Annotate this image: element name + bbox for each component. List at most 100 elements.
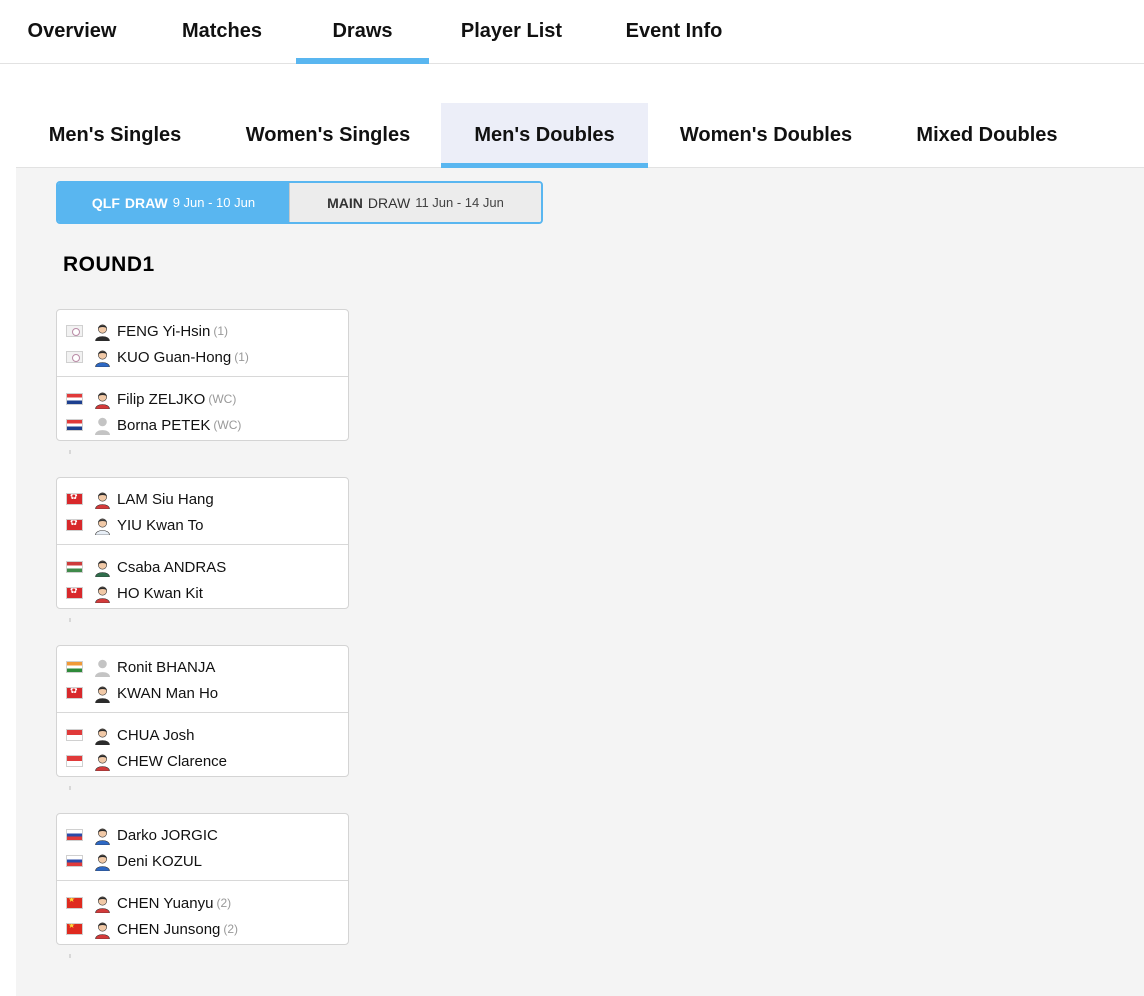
flag-icon: [66, 755, 83, 767]
player-seed: (1): [234, 350, 249, 364]
flag-icon: [66, 419, 83, 431]
flag-icon: [66, 661, 83, 673]
player-row[interactable]: KUO Guan-Hong (1): [57, 344, 348, 370]
doubles-pair: FENG Yi-Hsin (1) KUO Guan-Hong (1): [57, 310, 348, 376]
player-row[interactable]: Borna PETEK (WC): [57, 412, 348, 438]
default-avatar-icon: [94, 416, 111, 435]
player-row[interactable]: CHUA Josh: [57, 722, 348, 748]
player-name[interactable]: Ronit BHANJA: [117, 659, 215, 676]
player-row[interactable]: Filip ZELJKO (WC): [57, 386, 348, 412]
player-row[interactable]: CHEN Junsong(2): [57, 916, 348, 942]
player-name[interactable]: FENG Yi-Hsin: [117, 323, 210, 340]
player-name[interactable]: CHEN Yuanyu: [117, 895, 213, 912]
flag-icon: [66, 687, 83, 699]
player-name[interactable]: KUO Guan-Hong: [117, 349, 231, 366]
doubles-pair: CHEN Yuanyu(2)CHEN Junsong(2): [57, 880, 348, 945]
player-row[interactable]: Darko JORGIC: [57, 822, 348, 848]
tab-overview[interactable]: Overview: [0, 0, 144, 63]
player-row[interactable]: LAM Siu Hang: [57, 486, 348, 512]
player-avatar-red-icon: [94, 390, 111, 409]
main-draw-button[interactable]: MAIN DRAW 11 Jun - 14 Jun: [289, 183, 541, 222]
draw-toggle: QLF DRAW 9 Jun - 10 Jun MAIN DRAW 11 Jun…: [56, 181, 543, 224]
player-name[interactable]: Deni KOZUL: [117, 853, 202, 870]
event-tab-womens-singles[interactable]: Women's Singles: [226, 103, 430, 167]
player-row[interactable]: FENG Yi-Hsin (1): [57, 318, 348, 344]
event-tab-womens-doubles[interactable]: Women's Doubles: [664, 103, 868, 167]
player-avatar-blue-icon: [94, 826, 111, 845]
flag-icon: [66, 493, 83, 505]
player-seed: (2): [216, 896, 232, 910]
flag-icon: [66, 561, 83, 573]
player-name[interactable]: LAM Siu Hang: [117, 491, 214, 508]
qlf-draw-label: QLF: [91, 194, 120, 211]
player-row[interactable]: YIU Kwan To: [57, 512, 348, 538]
qlf-draw-label-rest: DRAW: [124, 194, 168, 211]
player-seed: (2): [223, 922, 239, 936]
doubles-pair: LAM Siu Hang YIU Kwan To: [57, 478, 348, 544]
player-avatar-dark-icon: [94, 684, 111, 703]
round-title: ROUND1: [63, 253, 155, 276]
flag-icon: [66, 325, 83, 337]
player-name[interactable]: Csaba ANDRAS: [117, 559, 226, 576]
player-name[interactable]: CHEN Junsong: [117, 921, 220, 938]
player-row[interactable]: KWAN Man Ho: [57, 680, 348, 706]
flag-icon: [66, 351, 83, 363]
player-seed: (1): [213, 324, 229, 338]
player-row[interactable]: Ronit BHANJA: [57, 654, 348, 680]
qlf-draw-button[interactable]: QLF DRAW 9 Jun - 10 Jun: [58, 183, 289, 222]
main-draw-label-rest: DRAW: [367, 194, 411, 211]
player-avatar-red-icon: [94, 894, 111, 913]
flag-icon: [66, 729, 83, 741]
player-name[interactable]: KWAN Man Ho: [117, 685, 218, 702]
doubles-pair: Filip ZELJKO (WC) Borna PETEK (WC): [57, 376, 348, 441]
player-row[interactable]: Deni KOZUL: [57, 848, 348, 874]
player-name[interactable]: Borna PETEK: [117, 417, 210, 434]
flag-icon: [66, 519, 83, 531]
event-tab-mens-singles[interactable]: Men's Singles: [24, 103, 206, 167]
main-draw-label: MAIN: [327, 194, 363, 211]
match-card[interactable]: LAM Siu Hang YIU Kwan To Csaba ANDRAS HO Kw…: [56, 477, 349, 609]
bracket-connector: [69, 786, 71, 790]
tab-draws[interactable]: Draws: [296, 0, 429, 64]
draw-content: QLF DRAW 9 Jun - 10 Jun MAIN DRAW 11 Jun…: [16, 168, 1144, 996]
bracket-connector: [69, 954, 71, 958]
player-row[interactable]: Csaba ANDRAS: [57, 554, 348, 580]
tab-matches[interactable]: Matches: [148, 0, 296, 63]
tab-event-info[interactable]: Event Info: [600, 0, 748, 63]
doubles-pair: Ronit BHANJA KWAN Man Ho: [57, 646, 348, 712]
player-avatar-light-icon: [94, 516, 111, 535]
player-avatar-blue-icon: [94, 348, 111, 367]
doubles-pair: CHUA Josh CHEW Clarence: [57, 712, 348, 777]
doubles-pair: Darko JORGIC Deni KOZUL: [57, 814, 348, 880]
player-row[interactable]: CHEN Yuanyu(2): [57, 890, 348, 916]
event-tab-mens-doubles[interactable]: Men's Doubles: [441, 103, 648, 168]
flag-icon: [66, 897, 83, 909]
player-name[interactable]: HO Kwan Kit: [117, 585, 203, 602]
player-avatar-red-icon: [94, 490, 111, 509]
main-nav: Overview Matches Draws Player List Event…: [0, 0, 1144, 64]
match-card[interactable]: FENG Yi-Hsin (1) KUO Guan-Hong (1) Filip ZEL…: [56, 309, 349, 441]
player-avatar-red-icon: [94, 584, 111, 603]
player-name[interactable]: CHUA Josh: [117, 727, 195, 744]
player-avatar-green-icon: [94, 558, 111, 577]
tab-player-list[interactable]: Player List: [440, 0, 583, 63]
player-avatar-red-icon: [94, 752, 111, 771]
player-seed: (WC): [213, 418, 242, 432]
player-name[interactable]: Darko JORGIC: [117, 827, 218, 844]
player-row[interactable]: HO Kwan Kit: [57, 580, 348, 606]
match-card[interactable]: Darko JORGICDeni KOZULCHEN Yuanyu(2)CHEN…: [56, 813, 349, 945]
player-seed: (WC): [208, 392, 237, 406]
doubles-pair: Csaba ANDRAS HO Kwan Kit: [57, 544, 348, 609]
flag-icon: [66, 393, 83, 405]
default-avatar-icon: [94, 658, 111, 677]
player-avatar-red-icon: [94, 920, 111, 939]
player-name[interactable]: Filip ZELJKO: [117, 391, 205, 408]
player-name[interactable]: CHEW Clarence: [117, 753, 227, 770]
event-tab-mixed-doubles[interactable]: Mixed Doubles: [896, 103, 1078, 167]
player-row[interactable]: CHEW Clarence: [57, 748, 348, 774]
flag-icon: [66, 855, 83, 867]
match-card[interactable]: Ronit BHANJA KWAN Man Ho CHUA Josh CHEW Cla…: [56, 645, 349, 777]
player-name[interactable]: YIU Kwan To: [117, 517, 203, 534]
qlf-draw-dates: 9 Jun - 10 Jun: [172, 195, 256, 210]
event-tabs: Men's Singles Women's Singles Men's Doub…: [16, 64, 1144, 168]
